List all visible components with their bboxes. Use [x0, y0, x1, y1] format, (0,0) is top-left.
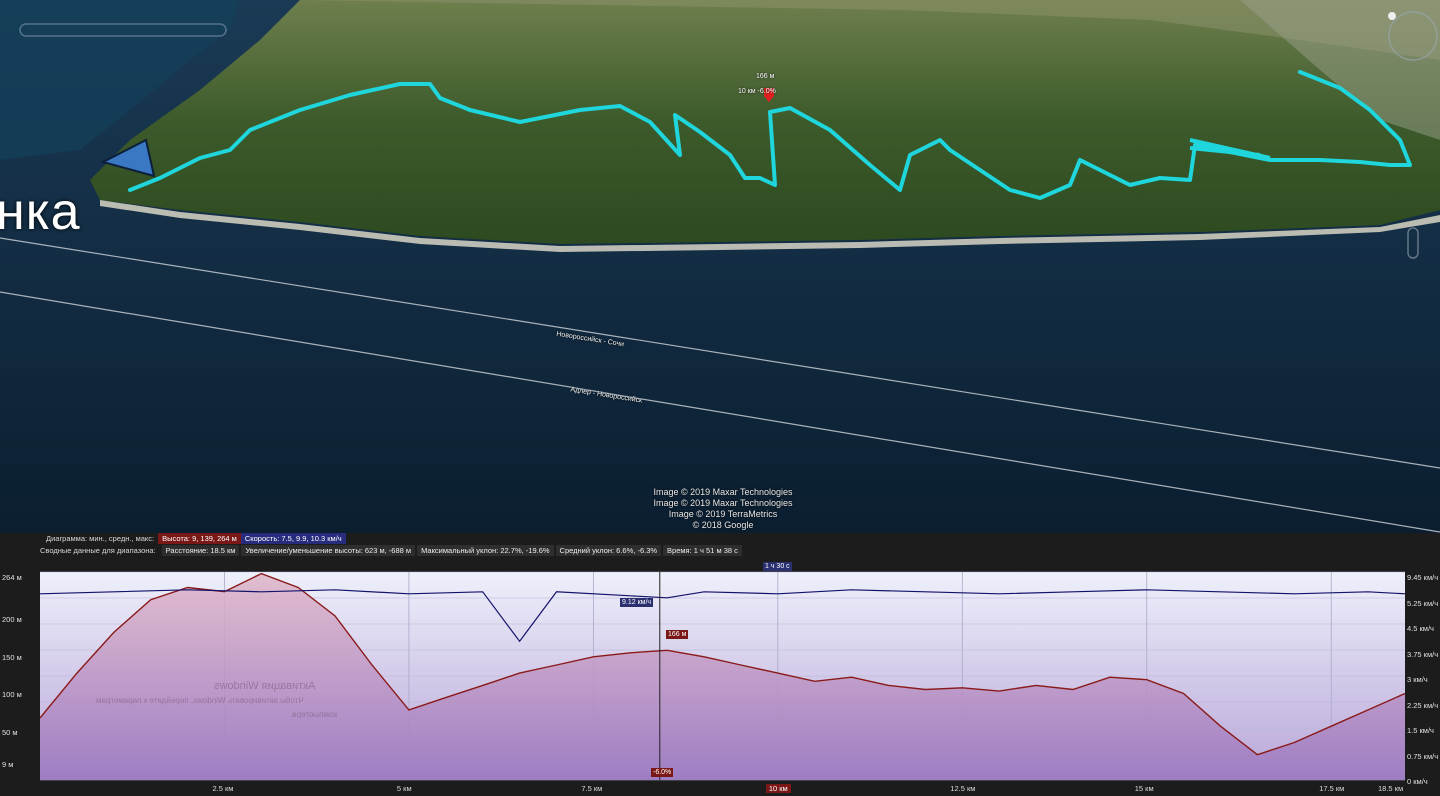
- cursor-speed: 9.12 км/ч: [620, 598, 654, 607]
- y-tick-right: 4.5 км/ч: [1407, 624, 1434, 633]
- credit-line: © 2018 Google: [692, 520, 754, 530]
- pin-elevation-label: 166 м: [756, 73, 775, 80]
- y-tick-right: 3.75 км/ч: [1407, 649, 1439, 659]
- satellite-imagery[interactable]: [0, 0, 1440, 536]
- max-slope-value: Максимальный уклон: 22.7%, -19.6%: [417, 545, 554, 556]
- x-tick: 2.5 км: [212, 784, 234, 793]
- gain-value: Увеличение/уменьшение высоты: 623 м, -68…: [241, 545, 416, 556]
- x-tick: 17.5 км: [1319, 784, 1345, 793]
- x-tick: 12.5 км: [950, 784, 976, 793]
- watermark-line: Активация Windows: [214, 680, 316, 692]
- y-tick-right: 1.5 км/ч: [1407, 726, 1434, 735]
- y-tick-left: 50 м: [2, 728, 18, 737]
- y-tick-left: 9 м: [2, 760, 14, 769]
- cursor-time: 1 ч 30 с: [763, 562, 792, 571]
- y-tick-left: 150 м: [2, 653, 22, 662]
- y-tick-left: 200 м: [2, 615, 22, 624]
- place-label: нка: [0, 183, 81, 241]
- y-tick-left: 100 м: [2, 690, 22, 699]
- height-tag[interactable]: Высота: 9, 139, 264 м: [158, 533, 241, 544]
- y-tick-right: 5.25 км/ч: [1407, 598, 1439, 608]
- time-value: Время: 1 ч 51 м 38 с: [663, 545, 742, 556]
- summary-row-chart: Диаграмма: мин., средн., макс: Высота: 9…: [42, 533, 346, 544]
- y-tick-right: 2.25 км/ч: [1407, 700, 1439, 710]
- north-icon[interactable]: [1388, 12, 1396, 20]
- profile-chart-svg[interactable]: [0, 562, 1440, 796]
- watermark-line: Чтобы активировать Windows, перейдите к …: [96, 696, 304, 705]
- credit-line: Image © 2019 Maxar Technologies: [653, 487, 793, 497]
- summary-row-range: Сводные данные для диапазона: Расстояние…: [36, 545, 742, 556]
- y-tick-right: 9.45 км/ч: [1407, 573, 1439, 582]
- x-tick: 15 км: [1134, 784, 1154, 793]
- profile-chart[interactable]: Активация Windows Чтобы активировать Win…: [0, 562, 1440, 796]
- x-tick: 7.5 км: [581, 784, 603, 793]
- y-tick-right: 0 км/ч: [1407, 777, 1428, 786]
- x-tick: 5 км: [396, 784, 412, 793]
- x-tick: 18.5 км: [1378, 784, 1404, 793]
- earth-3d-view[interactable]: нка Новороссийск - Сочи Адлер - Новоросс…: [0, 0, 1440, 536]
- chart-label: Диаграмма: мин., средн., макс:: [46, 534, 155, 543]
- speed-tag[interactable]: Скорость: 7.5, 9.9, 10.3 км/ч: [240, 533, 346, 544]
- distance-value: Расстояние: 18.5 км: [161, 545, 240, 556]
- avg-slope-value: Средний уклон: 6.6%, -6.3%: [555, 545, 662, 556]
- x-tick: 10 км: [765, 784, 791, 793]
- cursor-slope: -6.0%: [651, 768, 674, 777]
- imagery-credits: Image © 2019 Maxar Technologies Image © …: [600, 487, 846, 531]
- pin-info-label: 10 км -6.0%: [738, 88, 776, 95]
- cursor-elevation: 166 м: [666, 630, 689, 639]
- y-tick-right: 0.75 км/ч: [1407, 751, 1439, 761]
- watermark-line: компьютера.: [290, 710, 338, 719]
- y-tick-left: 264 м: [2, 573, 22, 582]
- range-label: Сводные данные для диапазона:: [40, 546, 156, 555]
- credit-line: Image © 2019 TerraMetrics: [668, 509, 778, 519]
- y-tick-right: 3 км/ч: [1407, 675, 1428, 684]
- credit-line: Image © 2019 Maxar Technologies: [653, 498, 793, 508]
